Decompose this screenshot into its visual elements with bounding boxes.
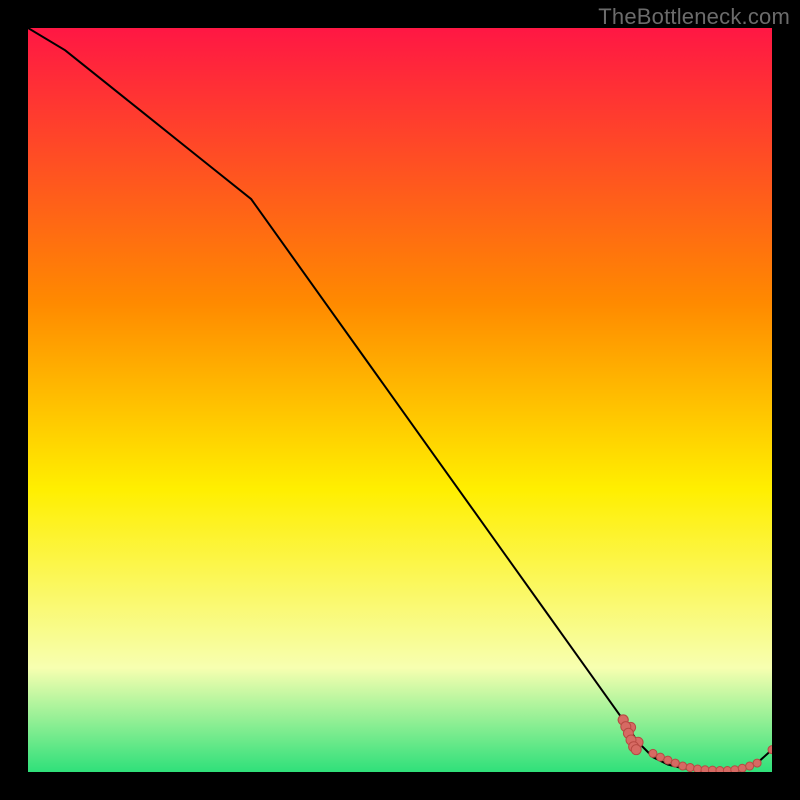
data-marker xyxy=(738,764,746,772)
data-marker xyxy=(664,756,672,764)
data-marker xyxy=(746,762,754,770)
data-marker xyxy=(716,767,724,772)
data-marker xyxy=(694,765,702,772)
data-marker xyxy=(671,759,679,767)
plot-area xyxy=(28,28,772,772)
data-marker xyxy=(649,749,657,757)
data-marker xyxy=(701,766,709,772)
data-marker xyxy=(679,762,687,770)
data-marker xyxy=(768,746,772,754)
data-marker xyxy=(731,766,739,772)
chart-stage: TheBottleneck.com xyxy=(0,0,800,800)
data-marker xyxy=(686,764,694,772)
chart-svg xyxy=(28,28,772,772)
data-marker xyxy=(708,766,716,772)
watermark-text: TheBottleneck.com xyxy=(598,4,790,30)
data-marker xyxy=(753,759,761,767)
data-marker xyxy=(723,767,731,772)
gradient-background xyxy=(28,28,772,772)
data-marker xyxy=(631,745,641,755)
data-marker xyxy=(656,753,664,761)
